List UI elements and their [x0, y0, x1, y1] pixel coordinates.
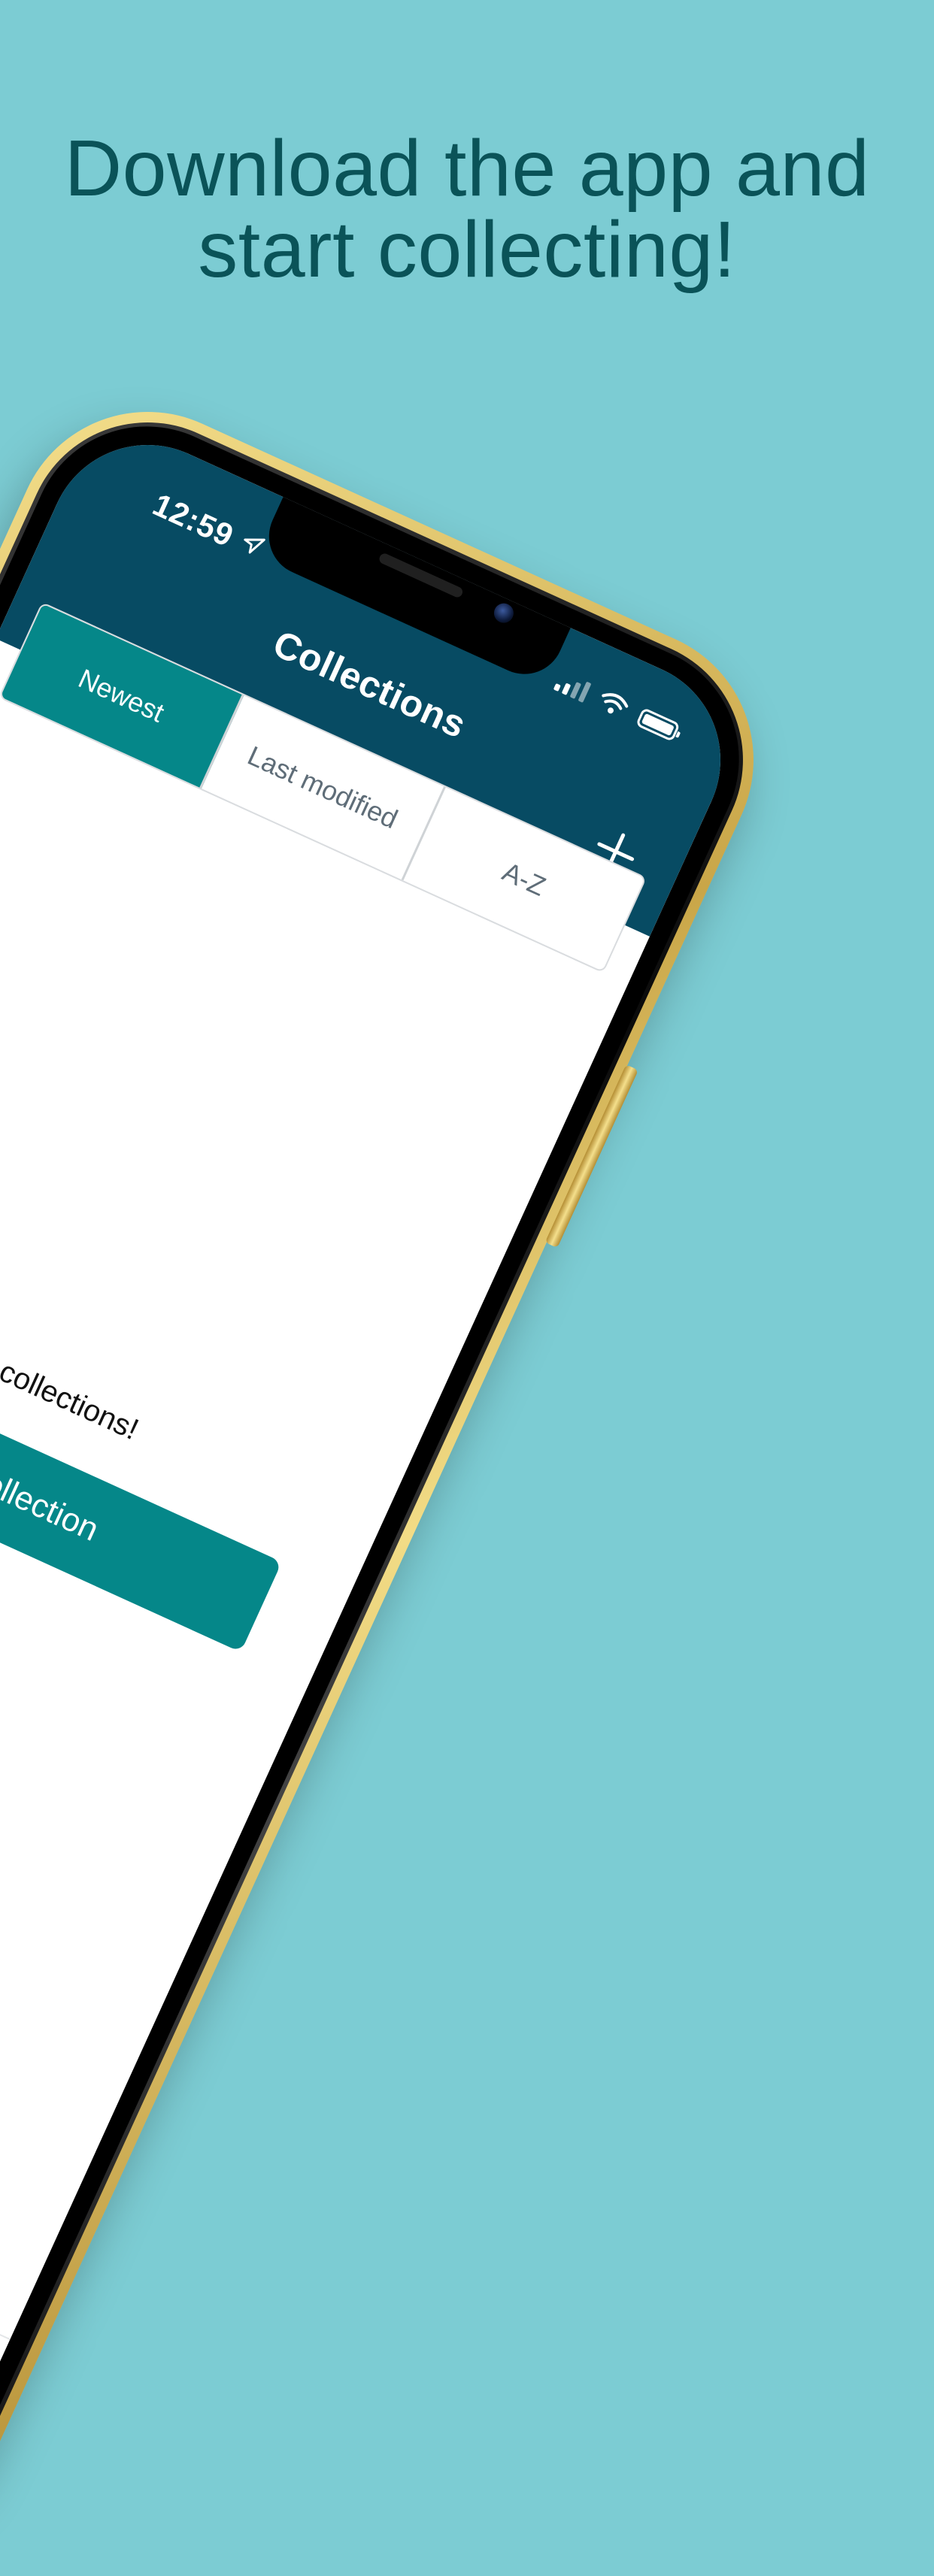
status-time: 12:59	[147, 486, 240, 554]
battery-icon	[635, 707, 681, 743]
front-camera	[490, 600, 517, 626]
wifi-icon	[602, 693, 629, 714]
promo-headline: Download the app and start collecting!	[0, 128, 934, 290]
cellular-signal-icon	[553, 669, 593, 703]
phone-device: 12:59 Collections Newest Last modified A…	[0, 368, 797, 2571]
location-arrow-icon	[244, 538, 265, 554]
headline-line-2: start collecting!	[198, 205, 736, 294]
tab-bar-divider	[0, 2040, 11, 2341]
status-icons	[553, 669, 681, 743]
headline-line-1: Download the app and	[64, 124, 870, 213]
app-screen: 12:59 Collections Newest Last modified A…	[0, 413, 753, 2528]
